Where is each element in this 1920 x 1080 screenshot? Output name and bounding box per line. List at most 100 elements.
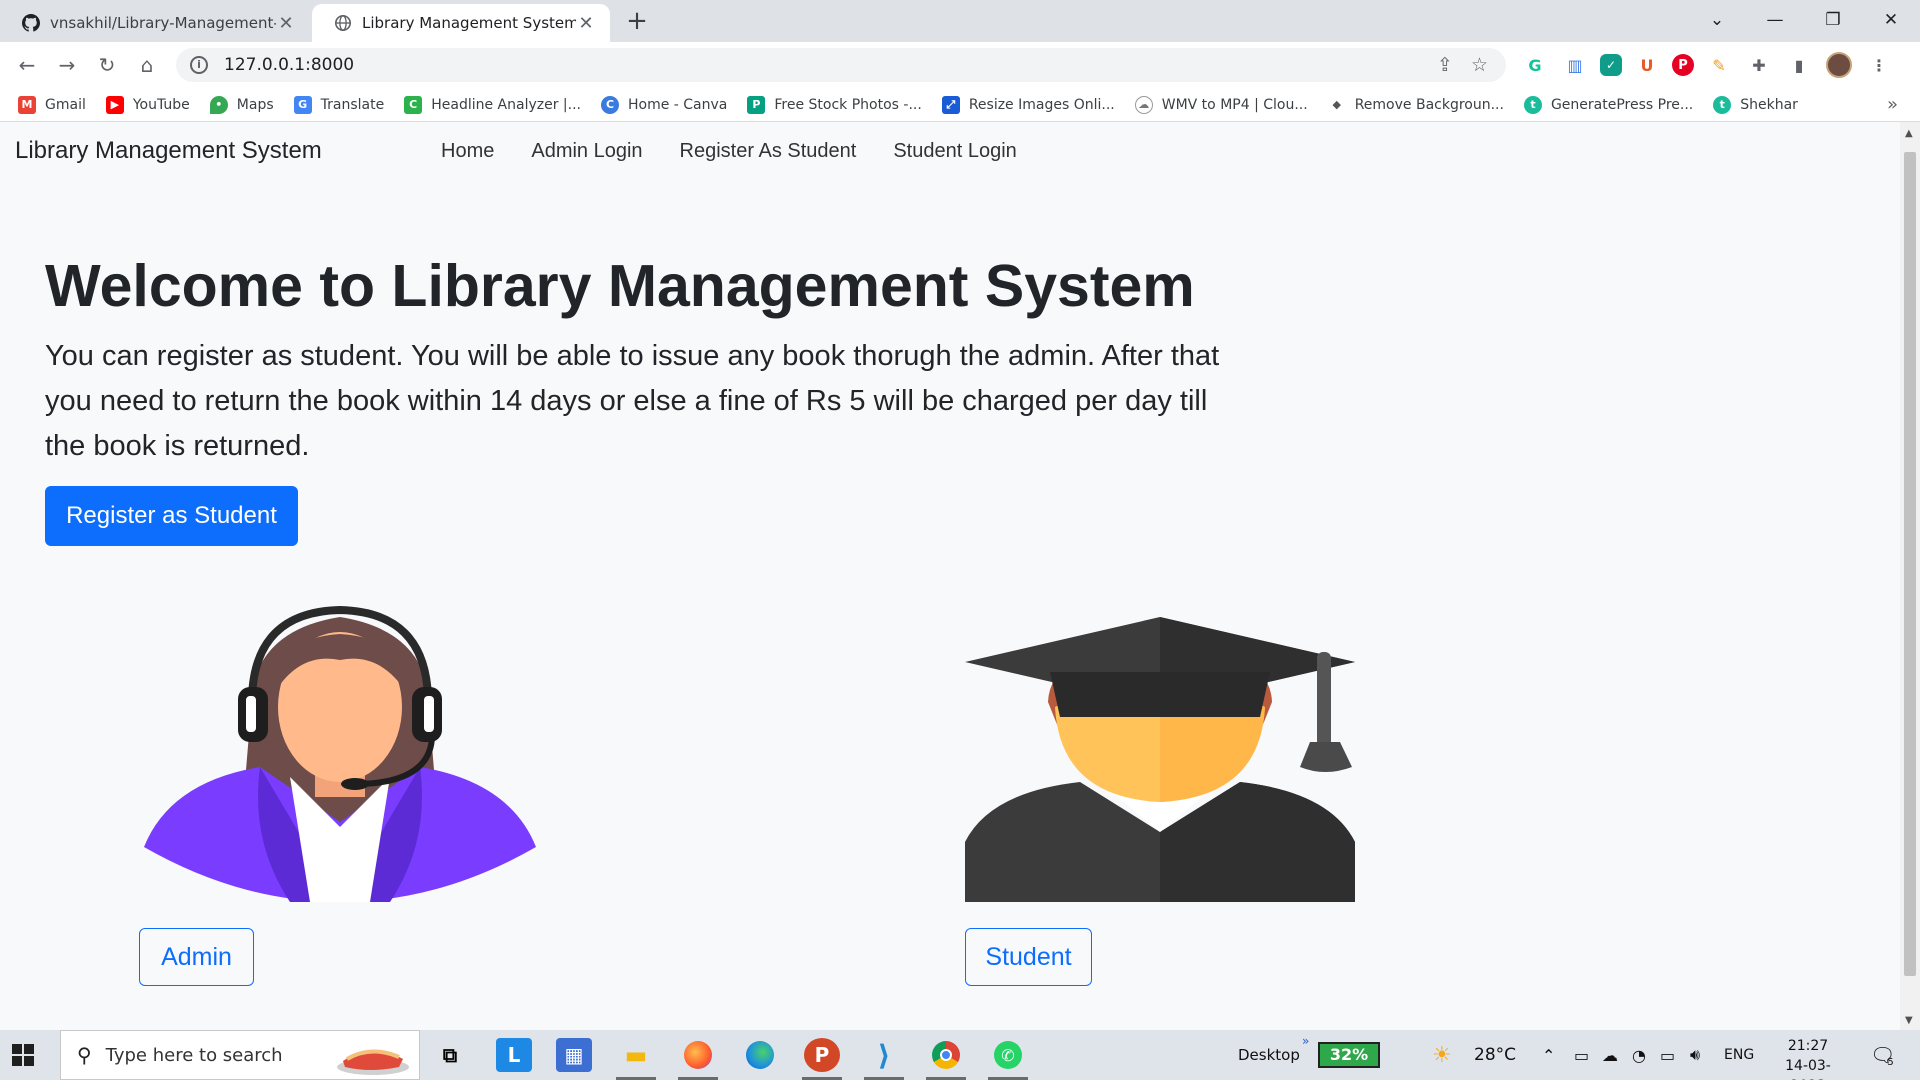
whatsapp-icon[interactable]: ✆ [990, 1038, 1026, 1072]
extensions-puzzle-icon[interactable]: ✚ [1744, 50, 1774, 80]
bookmark-free-stock-photos[interactable]: P Free Stock Photos -... [747, 95, 922, 114]
home-icon[interactable]: ⌂ [132, 50, 162, 80]
bookmark-generatepress[interactable]: t GeneratePress Pre... [1523, 95, 1693, 114]
bookmark-shekhar[interactable]: t Shekhar [1713, 95, 1798, 114]
cloud-icon: ☁ [1134, 95, 1153, 114]
admin-button[interactable]: Admin [139, 928, 254, 986]
store-icon[interactable]: ▦ [556, 1038, 592, 1072]
system-clock[interactable]: 21:27 14-03-2023 [1768, 1036, 1848, 1080]
menu-icon[interactable]: ⋮ [1864, 50, 1894, 80]
chevron-up-icon[interactable]: ⌃ [1542, 1030, 1555, 1080]
chrome-icon[interactable] [928, 1038, 964, 1072]
language-indicator[interactable]: ENG [1724, 1030, 1754, 1080]
maps-icon: • [209, 95, 228, 114]
navbar-brand[interactable]: Library Management System [15, 137, 322, 165]
bookmark-wmv-to-mp4[interactable]: ☁ WMV to MP4 | Clou... [1134, 95, 1308, 114]
translate-icon: G [293, 95, 312, 114]
close-icon[interactable]: ✕ [276, 13, 296, 34]
grammarly-icon[interactable]: G [1520, 50, 1550, 80]
file-explorer-icon[interactable]: ▬ [618, 1038, 654, 1072]
ublock-icon[interactable]: U [1632, 50, 1662, 80]
hero-description: You can register as student. You will be… [45, 340, 1220, 462]
battery-meter[interactable]: 32% [1318, 1042, 1380, 1068]
reload-icon[interactable]: ↻ [92, 50, 122, 80]
volume-icon[interactable]: 🔊︎ [1690, 1030, 1700, 1080]
layers-icon: ◆ [1327, 95, 1346, 114]
windows-start-icon[interactable] [12, 1044, 36, 1066]
edge-icon[interactable] [742, 1038, 778, 1072]
canva-icon: C [600, 95, 619, 114]
side-panel-icon[interactable]: ▮ [1784, 50, 1814, 80]
generatepress-icon: t [1523, 95, 1542, 114]
student-button[interactable]: Student [965, 928, 1092, 986]
avatar[interactable] [1824, 50, 1854, 80]
bookmark-maps[interactable]: • Maps [209, 95, 274, 114]
toolbar-expand-icon[interactable]: » [1302, 1016, 1309, 1066]
student-illustration [965, 617, 1355, 902]
bookmark-remove-background[interactable]: ◆ Remove Backgroun... [1327, 95, 1504, 114]
scroll-down-icon[interactable]: ▼ [1905, 1015, 1913, 1026]
url-text[interactable]: 127.0.0.1:8000 [224, 55, 354, 75]
share-icon[interactable]: ⇪ [1437, 54, 1453, 76]
nav-link-home[interactable]: Home [441, 140, 494, 163]
nav-link-student-login[interactable]: Student Login [893, 140, 1016, 163]
page-viewport: Library Management System Home Admin Log… [0, 122, 1900, 1030]
bookmark-translate[interactable]: G Translate [293, 95, 384, 114]
pie-illustration-icon [337, 1049, 409, 1075]
nav-link-admin-login[interactable]: Admin Login [531, 140, 642, 163]
headline-icon: C [404, 95, 423, 114]
new-tab-button[interactable]: + [622, 6, 652, 36]
task-view-icon[interactable]: ⧉ [432, 1038, 468, 1072]
weather-icon[interactable]: ☀ [1432, 1030, 1452, 1080]
globe-icon [334, 14, 352, 32]
pinterest-icon[interactable]: P [1672, 54, 1694, 76]
l-app-icon[interactable]: L [496, 1038, 532, 1072]
youtube-icon: ▶ [105, 95, 124, 114]
battery-icon[interactable]: ▭ [1660, 1030, 1675, 1080]
github-icon [22, 14, 40, 32]
minimize-button[interactable]: — [1746, 10, 1804, 30]
notification-center-icon[interactable]: 🗨︎ 5 [1870, 1030, 1895, 1080]
bookmark-youtube[interactable]: ▶ YouTube [105, 95, 190, 114]
firefox-icon[interactable] [680, 1038, 716, 1072]
network-icon[interactable]: ☁ [1602, 1030, 1618, 1080]
forward-icon[interactable]: → [52, 50, 82, 80]
page-scrollbar[interactable]: ▲ ▼ [1900, 122, 1920, 1030]
register-student-button[interactable]: Register as Student [45, 486, 298, 546]
desktop-toolbar-label[interactable]: Desktop [1238, 1030, 1300, 1080]
wifi-icon[interactable]: ◔ [1632, 1030, 1646, 1080]
scroll-up-icon[interactable]: ▲ [1905, 128, 1913, 139]
navbar-links: Home Admin Login Register As Student Stu… [441, 140, 1054, 163]
close-window-button[interactable]: ✕ [1862, 10, 1920, 30]
tab-search-icon[interactable]: ⌄ [1688, 10, 1746, 30]
more-bookmarks-icon[interactable]: » [1887, 94, 1898, 115]
info-icon[interactable]: i [190, 56, 208, 74]
bookmark-star-icon[interactable]: ☆ [1471, 54, 1488, 76]
scrollbar-thumb[interactable] [1904, 152, 1916, 976]
tab-github[interactable]: vnsakhil/Library-Management-Sy ✕ [0, 4, 310, 42]
restore-button[interactable]: ❐ [1804, 10, 1862, 30]
browser-tab-bar: vnsakhil/Library-Management-Sy ✕ Library… [0, 0, 1920, 42]
shekhar-icon: t [1713, 95, 1732, 114]
checklist-extension-icon[interactable]: ✓ [1600, 54, 1622, 76]
vscode-icon[interactable]: ⟩ [866, 1038, 902, 1072]
close-icon[interactable]: ✕ [576, 13, 596, 34]
taskbar-search[interactable]: ⚲ Type here to search [60, 1030, 420, 1080]
bookmark-headline-analyzer[interactable]: C Headline Analyzer |... [404, 95, 581, 114]
tab-library-management[interactable]: Library Management System ✕ [312, 4, 610, 42]
page-title: Welcome to Library Management System [45, 253, 1195, 319]
nav-link-register-student[interactable]: Register As Student [680, 140, 857, 163]
powerpoint-icon[interactable]: P [804, 1038, 840, 1072]
bookmark-gmail[interactable]: M Gmail [18, 95, 86, 114]
meet-icon[interactable]: ▭ [1574, 1030, 1589, 1080]
extension-icons: G ▥ ✓ U P ✎ ✚ ▮ ⋮ [1520, 50, 1894, 80]
weather-temperature[interactable]: 28°C [1474, 1030, 1516, 1080]
address-bar[interactable]: i 127.0.0.1:8000 ⇪ ☆ [176, 48, 1506, 82]
notification-count: 5 [1887, 1056, 1894, 1068]
clock-date: 14-03-2023 [1785, 1058, 1831, 1080]
chart-extension-icon[interactable]: ▥ [1560, 50, 1590, 80]
color-picker-icon[interactable]: ✎ [1704, 50, 1734, 80]
back-icon[interactable]: ← [12, 50, 42, 80]
bookmark-canva[interactable]: C Home - Canva [600, 95, 727, 114]
bookmark-resize-images[interactable]: ⤢ Resize Images Onli... [941, 95, 1115, 114]
